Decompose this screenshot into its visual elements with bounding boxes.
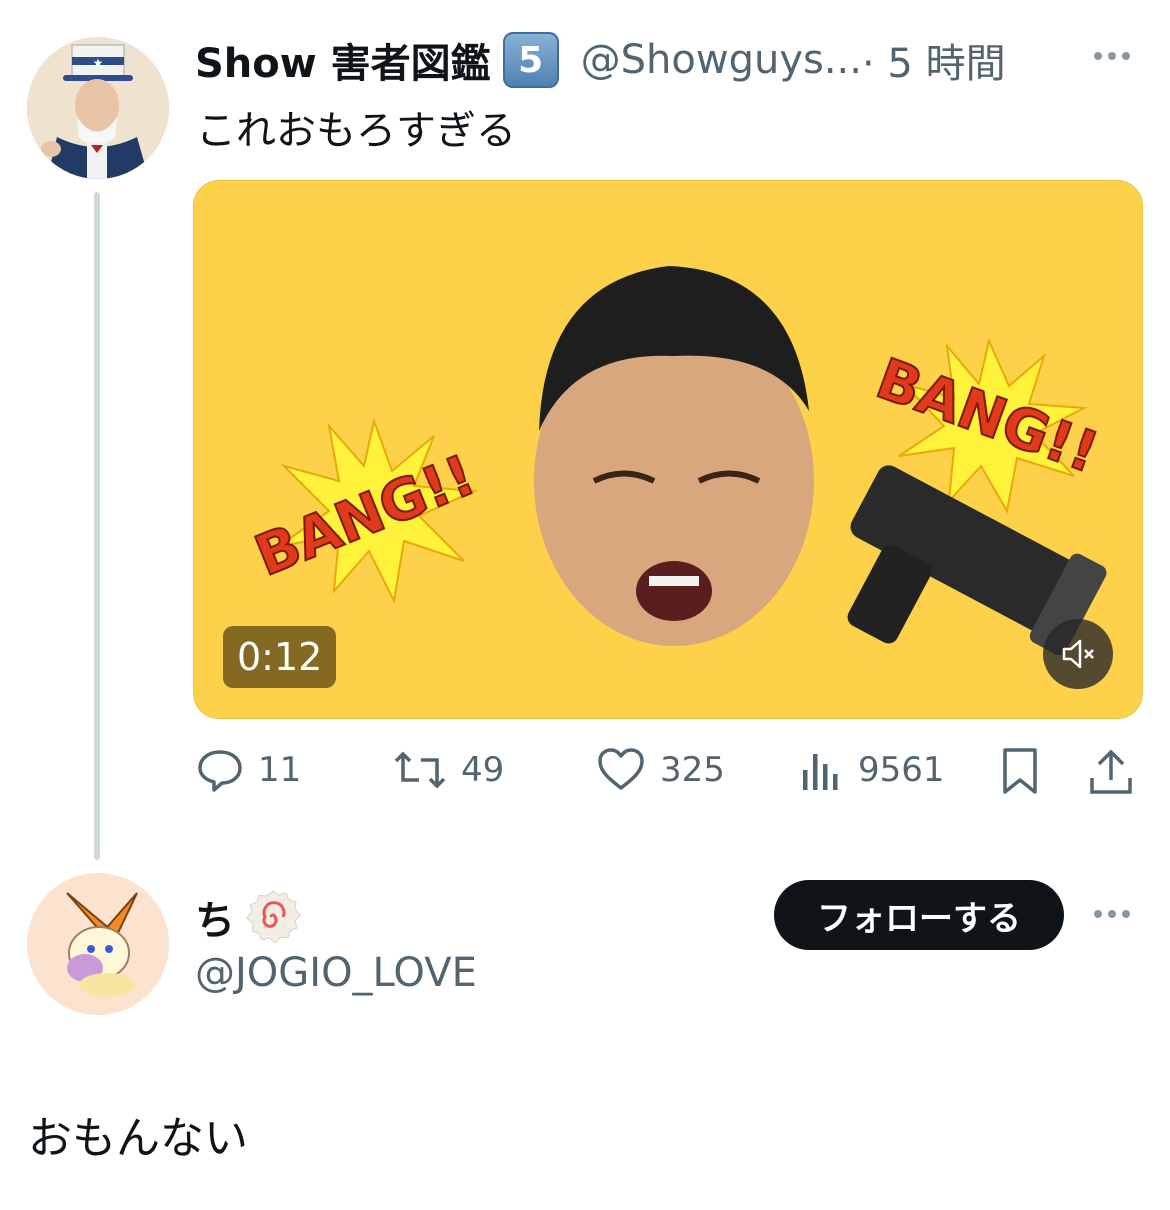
mute-icon	[1062, 639, 1094, 669]
like-count: 325	[660, 750, 725, 790]
thread-connector-line	[94, 192, 100, 860]
share-icon	[1090, 749, 1132, 794]
svg-text:★: ★	[93, 56, 104, 70]
author-avatar[interactable]: ★	[27, 37, 169, 179]
share-button[interactable]	[1088, 746, 1134, 798]
reply-author-name[interactable]: ち	[195, 888, 235, 946]
views-button[interactable]: 9561	[800, 746, 945, 794]
retweet-icon	[394, 751, 446, 789]
tweet-time[interactable]: · 5 時間	[862, 31, 1006, 89]
author-handle[interactable]: @Showguys...	[581, 37, 862, 83]
reply-author-avatar[interactable]	[27, 873, 169, 1015]
avatar-illustration	[27, 873, 169, 1015]
reply-button[interactable]: 11	[196, 746, 301, 794]
more-icon	[1094, 52, 1102, 60]
tweet-text: これおもろすぎる	[196, 108, 516, 154]
reply-author-row: ち	[195, 888, 301, 946]
video-frame: BANG!! BANG!!	[194, 181, 1142, 718]
views-count: 9561	[858, 750, 945, 790]
number-badge: 5	[502, 32, 559, 88]
retweet-button[interactable]: 49	[393, 746, 504, 794]
reply-more-options-button[interactable]	[1094, 910, 1130, 918]
follow-button[interactable]: フォローする	[774, 880, 1064, 950]
face-illustration	[534, 266, 814, 646]
bookmark-button[interactable]	[999, 746, 1041, 798]
mute-button[interactable]	[1043, 619, 1113, 689]
views-icon	[803, 754, 838, 790]
author-name[interactable]: Show 害者図鑑	[195, 31, 491, 89]
reply-icon	[198, 750, 242, 792]
avatar-illustration: ★	[27, 37, 169, 179]
bookmark-icon	[1003, 748, 1037, 794]
more-icon	[1094, 910, 1102, 918]
reply-author-handle[interactable]: @JOGIO_LOVE	[195, 950, 477, 996]
more-options-button[interactable]	[1094, 52, 1130, 60]
video-duration: 0:12	[223, 626, 337, 688]
retweet-count: 49	[461, 750, 505, 790]
like-button[interactable]: 325	[596, 746, 725, 794]
tweet-header: Show 害者図鑑 5 @Showguys... · 5 時間	[195, 30, 1006, 90]
reply-text: おもんない	[28, 1113, 248, 1164]
reply-count: 11	[258, 750, 302, 790]
naruto-icon	[246, 890, 301, 944]
like-icon	[598, 748, 644, 790]
